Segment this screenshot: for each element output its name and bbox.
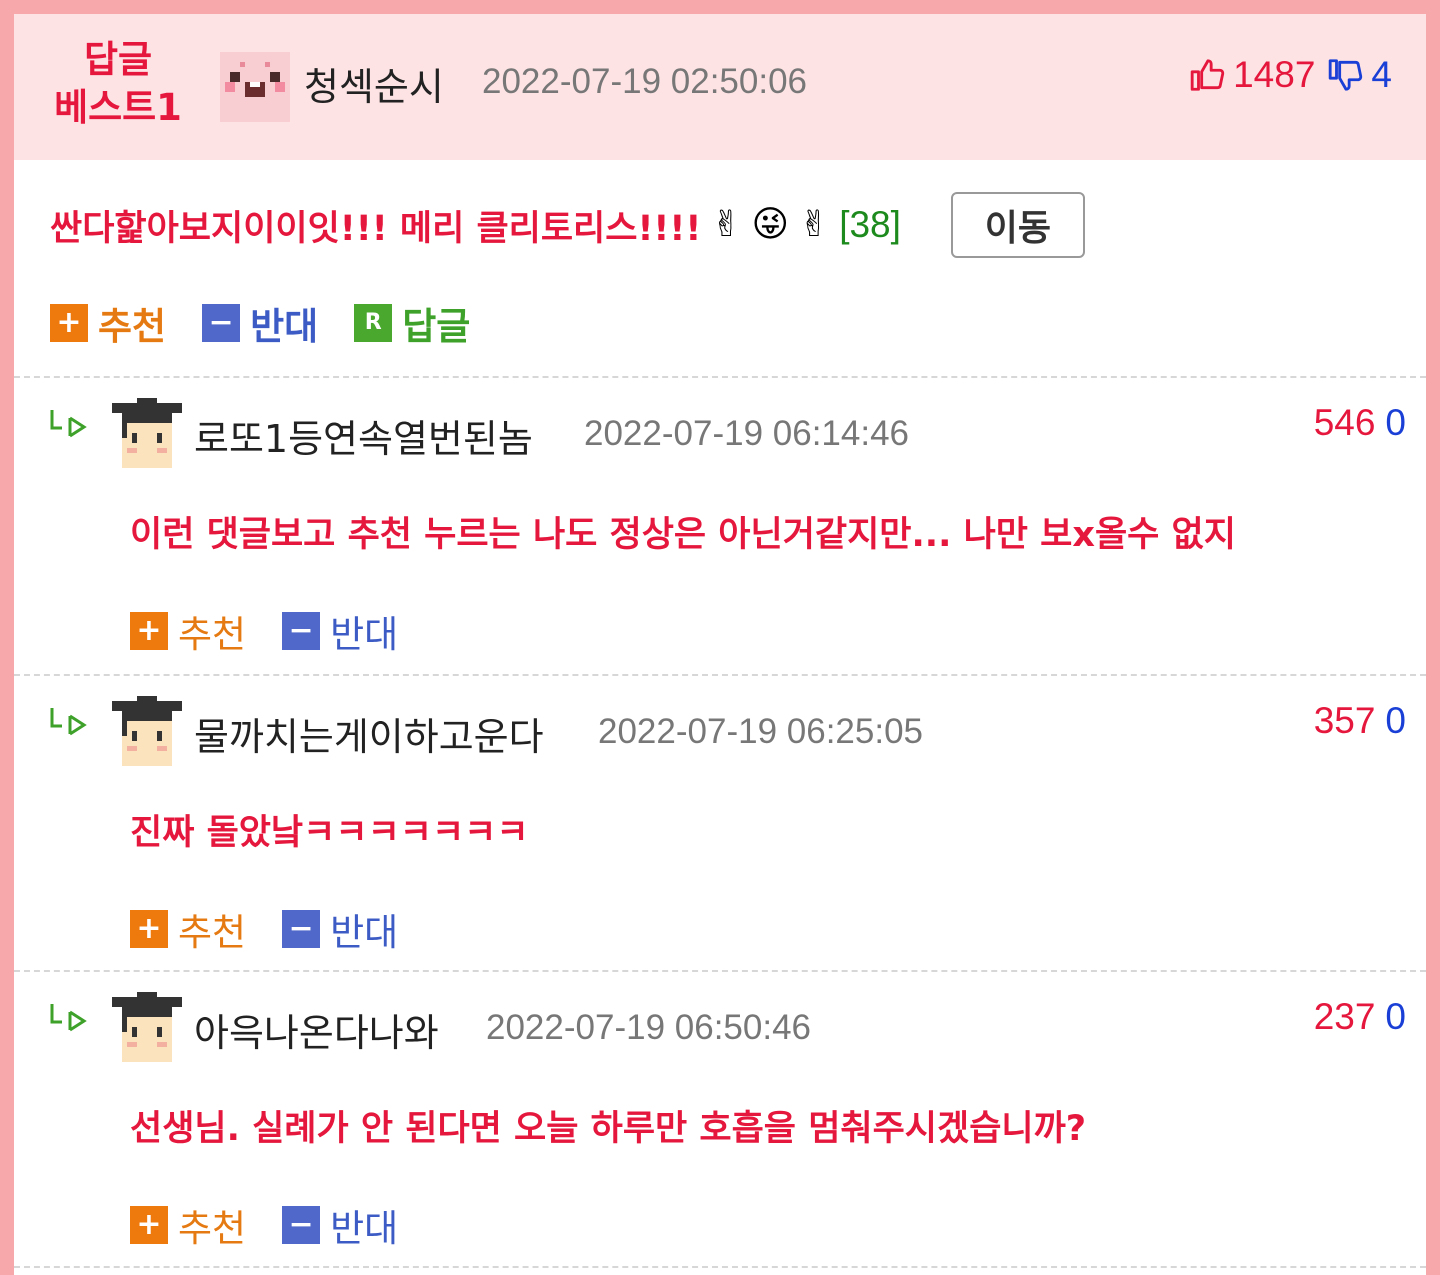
minus-icon: − — [282, 1206, 321, 1244]
reply-down-count: 0 — [1385, 700, 1406, 741]
divider — [14, 1266, 1426, 1268]
reply-up-count: 357 — [1313, 700, 1376, 741]
best-author[interactable]: 청섹순시 — [304, 56, 444, 111]
recommend-button[interactable]: + 추천 — [130, 604, 246, 658]
best-up-count: 1487 — [1233, 54, 1316, 95]
oppose-button[interactable]: − 반대 — [282, 604, 398, 658]
oppose-button[interactable]: − 반대 — [282, 902, 398, 956]
reply-up-count: 546 — [1313, 402, 1376, 443]
best-badge-line1: 답글 — [83, 38, 153, 81]
minus-icon: − — [282, 612, 321, 650]
avatar-graduate-icon[interactable] — [112, 696, 182, 766]
best-comment-row: 싼다핥아보지이이잇!!! 메리 클리토리스!!!! ✌ 😜 ✌ [38] 이동 — [50, 192, 1085, 258]
reply-up-count: 237 — [1313, 996, 1376, 1037]
reply-author[interactable]: 아윽나온다나와 — [194, 1002, 439, 1057]
move-button[interactable]: 이동 — [950, 192, 1085, 258]
minus-icon: − — [202, 304, 241, 342]
reply-actions: + 추천 − 반대 — [130, 1198, 398, 1252]
best-vote-counts: 1487 4 — [1189, 54, 1392, 96]
plus-icon: + — [50, 304, 88, 342]
reply-votes: 237 0 — [1314, 996, 1406, 1038]
plus-icon: + — [130, 910, 168, 948]
reply-actions: + 추천 − 반대 — [130, 604, 398, 658]
reply-r-icon: R — [354, 304, 393, 342]
reply-date: 2022-07-19 06:50:46 — [486, 1008, 811, 1047]
recommend-label: 추천 — [178, 1207, 247, 1250]
best-up-group: 1487 — [1189, 54, 1315, 96]
plus-icon: + — [130, 1206, 168, 1244]
reply-arrow-icon — [50, 708, 87, 736]
reply-arrow-icon — [50, 1004, 87, 1032]
reply-author[interactable]: 물까치는게이하고운다 — [194, 706, 544, 761]
oppose-label: 반대 — [250, 305, 319, 348]
reply-votes: 546 0 — [1314, 402, 1406, 444]
reply-text: 진짜 돌았낰ㅋㅋㅋㅋㅋㅋㅋ — [130, 813, 529, 853]
recommend-label: 추천 — [178, 613, 247, 656]
reply-text: 선생님. 실례가 안 된다면 오늘 하루만 호흡을 멈춰주시겠습니까? — [130, 1109, 1087, 1149]
oppose-button[interactable]: − 반대 — [282, 1198, 398, 1252]
reply-author[interactable]: 로또1등연속열번된놈 — [194, 408, 533, 463]
thumbs-up-icon — [1190, 59, 1225, 91]
avatar-graduate-icon[interactable] — [112, 992, 182, 1062]
winking-tongue-face-icon: 😜 — [751, 204, 790, 245]
reply-votes: 357 0 — [1314, 700, 1406, 742]
plus-icon: + — [130, 612, 168, 650]
best-reply-panel: 답글 베스트1 청섹순시 2022-07-19 02:50:06 1487 4 … — [0, 0, 1440, 1275]
recommend-label: 추천 — [178, 911, 247, 954]
thumbs-down-icon — [1329, 59, 1363, 91]
oppose-label: 반대 — [330, 1207, 399, 1250]
oppose-label: 반대 — [330, 911, 399, 954]
oppose-label: 반대 — [330, 613, 399, 656]
avatar-graduate-icon[interactable] — [112, 398, 182, 468]
reply-actions: + 추천 − 반대 — [130, 902, 398, 956]
best-down-count: 4 — [1371, 54, 1392, 95]
recommend-button[interactable]: + 추천 — [130, 1198, 246, 1252]
reply-down-count: 0 — [1385, 996, 1406, 1037]
avatar-pink-face-icon[interactable] — [220, 52, 290, 122]
oppose-button[interactable]: − 반대 — [202, 296, 318, 350]
reply-label: 답글 — [402, 305, 471, 348]
reply-count[interactable]: [38] — [839, 204, 901, 246]
best-actions: + 추천 − 반대 R 답글 — [50, 296, 470, 350]
best-badge-line2: 베스트1 — [54, 86, 182, 129]
best-date: 2022-07-19 02:50:06 — [482, 62, 807, 101]
reply-item: 물까치는게이하고운다 2022-07-19 06:25:05 357 0 진짜 돌… — [14, 676, 1426, 972]
best-badge: 답글 베스트1 — [44, 36, 192, 132]
best-header: 답글 베스트1 청섹순시 2022-07-19 02:50:06 1487 4 — [14, 14, 1426, 160]
recommend-button[interactable]: + 추천 — [130, 902, 246, 956]
reply-date: 2022-07-19 06:14:46 — [584, 414, 909, 453]
recommend-label: 추천 — [98, 305, 167, 348]
reply-text: 이런 댓글보고 추천 누르는 나도 정상은 아닌거같지만... 나만 보x올수 … — [130, 515, 1236, 555]
reply-button[interactable]: R 답글 — [354, 296, 470, 350]
best-down-group: 4 — [1327, 54, 1392, 96]
victory-hand-icon: ✌ — [799, 204, 830, 245]
reply-item: 아윽나온다나와 2022-07-19 06:50:46 237 0 선생님. 실례… — [14, 972, 1426, 1268]
reply-arrow-icon — [50, 410, 87, 438]
reply-date: 2022-07-19 06:25:05 — [598, 712, 923, 751]
victory-hand-icon: ✌ — [711, 204, 742, 245]
reply-down-count: 0 — [1385, 402, 1406, 443]
recommend-button[interactable]: + 추천 — [50, 296, 166, 350]
reply-item: 로또1등연속열번된놈 2022-07-19 06:14:46 546 0 이런 댓… — [14, 378, 1426, 674]
minus-icon: − — [282, 910, 321, 948]
best-comment-text: 싼다핥아보지이이잇!!! 메리 클리토리스!!!! — [50, 208, 702, 249]
